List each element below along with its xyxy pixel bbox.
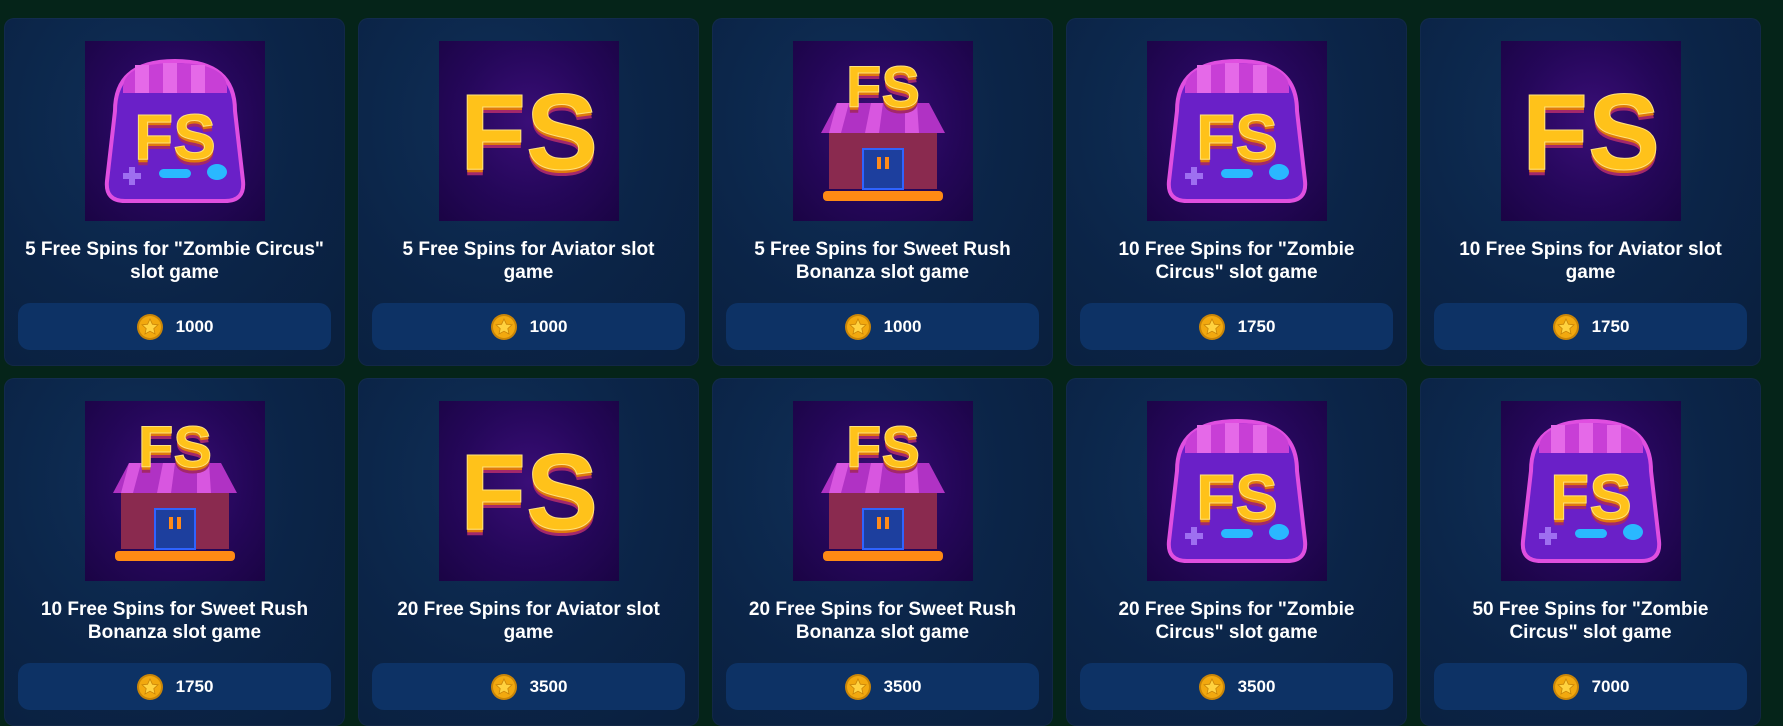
price-amount: 7000 [1591, 676, 1630, 696]
star-coin-icon [844, 673, 872, 701]
star-coin-icon [1198, 673, 1226, 701]
star-coin-icon [844, 313, 872, 341]
price-amount: 3500 [529, 676, 568, 696]
card-title: 10 Free Spins for Sweet Rush Bonanza slo… [40, 599, 309, 643]
price-button[interactable]: 3500 [372, 663, 685, 710]
fs-console-icon: FS FS FS [1146, 401, 1327, 581]
price-button[interactable]: 1000 [18, 303, 331, 350]
fs-console-icon: FS FS FS [1146, 41, 1327, 221]
card-title: 5 Free Spins for Sweet Rush Bonanza slot… [754, 239, 1011, 283]
card-title: 20 Free Spins for Sweet Rush Bonanza slo… [748, 599, 1017, 643]
star-coin-icon [136, 673, 164, 701]
fs-letters-icon: FS FS FS [438, 41, 619, 221]
star-coin-icon [136, 313, 164, 341]
card-title: 50 Free Spins for "Zombie Circus" slot g… [1472, 599, 1709, 643]
star-coin-icon [1552, 673, 1580, 701]
free-spins-card[interactable]: FS FS FS 20 Free Spins for Aviator slot … [358, 378, 699, 726]
svg-text:FS: FS [845, 55, 919, 120]
price-amount: 1750 [1591, 316, 1630, 336]
fs-letters-icon: FS FS FS [438, 401, 619, 581]
card-title: 10 Free Spins for Aviator slot game [1459, 239, 1722, 283]
store-grid: FS FS FS 5 Free Spins for "Zombie Circus… [4, 18, 1761, 726]
price-button[interactable]: 3500 [726, 663, 1039, 710]
price-button[interactable]: 1750 [1080, 303, 1393, 350]
svg-text:FS: FS [137, 415, 211, 480]
svg-text:FS: FS [845, 415, 919, 480]
svg-text:FS: FS [1550, 461, 1632, 533]
card-title: 20 Free Spins for Aviator slot game [397, 599, 660, 643]
price-amount: 3500 [1237, 676, 1276, 696]
free-spins-card[interactable]: FS FS FS 5 Free Spins for Sweet Rush Bon… [712, 18, 1053, 366]
price-amount: 1000 [529, 316, 568, 336]
price-button[interactable]: 3500 [1080, 663, 1393, 710]
price-amount: 1000 [883, 316, 922, 336]
fs-shop-icon: FS FS FS [792, 401, 973, 581]
price-button[interactable]: 1750 [1434, 303, 1747, 350]
price-amount: 1750 [175, 676, 214, 696]
free-spins-card[interactable]: FS FS FS 10 Free Spins for Sweet Rush Bo… [4, 378, 345, 726]
price-button[interactable]: 1000 [372, 303, 685, 350]
free-spins-card[interactable]: FS FS FS 50 Free Spins for "Zombie Circu… [1420, 378, 1761, 726]
svg-text:FS: FS [1196, 461, 1278, 533]
fs-shop-icon: FS FS FS [84, 401, 265, 581]
svg-text:FS: FS [134, 101, 216, 173]
fs-console-icon: FS FS FS [1500, 401, 1681, 581]
fs-shop-icon: FS FS FS [792, 41, 973, 221]
star-coin-icon [1552, 313, 1580, 341]
free-spins-card[interactable]: FS FS FS 20 Free Spins for Sweet Rush Bo… [712, 378, 1053, 726]
price-amount: 1000 [175, 316, 214, 336]
price-button[interactable]: 7000 [1434, 663, 1747, 710]
svg-text:FS: FS [459, 71, 597, 192]
price-amount: 1750 [1237, 316, 1276, 336]
free-spins-card[interactable]: FS FS FS 5 Free Spins for "Zombie Circus… [4, 18, 345, 366]
free-spins-card[interactable]: FS FS FS 5 Free Spins for Aviator slot g… [358, 18, 699, 366]
svg-text:FS: FS [1196, 101, 1278, 173]
card-title: 5 Free Spins for "Zombie Circus" slot ga… [25, 239, 324, 283]
free-spins-card[interactable]: FS FS FS 10 Free Spins for Aviator slot … [1420, 18, 1761, 366]
free-spins-card[interactable]: FS FS FS 20 Free Spins for "Zombie Circu… [1066, 378, 1407, 726]
free-spins-card[interactable]: FS FS FS 10 Free Spins for "Zombie Circu… [1066, 18, 1407, 366]
star-coin-icon [490, 313, 518, 341]
fs-letters-icon: FS FS FS [1500, 41, 1681, 221]
star-coin-icon [490, 673, 518, 701]
card-title: 10 Free Spins for "Zombie Circus" slot g… [1118, 239, 1355, 283]
card-title: 5 Free Spins for Aviator slot game [402, 239, 655, 283]
star-coin-icon [1198, 313, 1226, 341]
card-title: 20 Free Spins for "Zombie Circus" slot g… [1118, 599, 1355, 643]
price-button[interactable]: 1000 [726, 303, 1039, 350]
price-amount: 3500 [883, 676, 922, 696]
fs-console-icon: FS FS FS [84, 41, 265, 221]
price-button[interactable]: 1750 [18, 663, 331, 710]
svg-text:FS: FS [459, 431, 597, 552]
svg-text:FS: FS [1521, 71, 1659, 192]
